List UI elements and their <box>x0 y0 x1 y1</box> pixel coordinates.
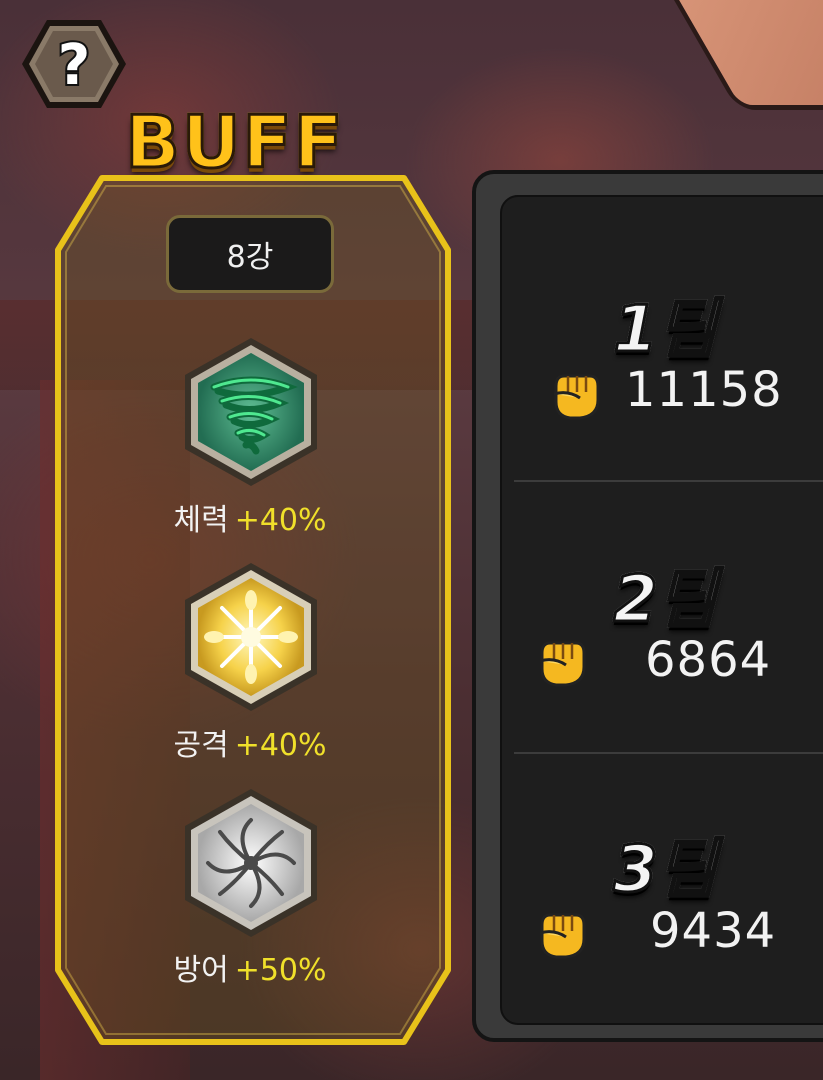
team-2-name[interactable]: 2팀 <box>565 548 765 640</box>
buff-item-health: 체력 +40% <box>100 495 400 539</box>
fist-power-icon <box>546 364 604 422</box>
fist-power-icon <box>532 631 590 689</box>
fist-power-icon <box>532 903 590 961</box>
buff-item-name: 체력 <box>173 503 229 538</box>
buff-level-badge: 8강 <box>166 215 334 293</box>
question-icon: ? <box>22 20 126 108</box>
buff-item-name: 방어 <box>173 953 229 988</box>
team-divider <box>514 752 823 754</box>
buff-item-defense: 방어 +50% <box>100 945 400 989</box>
buff-item-value: +50% <box>234 953 327 988</box>
buff-item-attack: 공격 +40% <box>100 720 400 764</box>
team-3-name[interactable]: 3팀 <box>565 818 765 910</box>
svg-text:?: ? <box>58 33 90 98</box>
buff-item-value: +40% <box>234 728 327 763</box>
help-button[interactable]: ? <box>20 16 128 112</box>
team-divider <box>514 480 823 482</box>
star-burst-icon <box>174 560 328 714</box>
tornado-icon <box>174 335 328 489</box>
buff-item-name: 공격 <box>173 728 229 763</box>
corner-panel <box>662 0 823 110</box>
team-2-power: 6864 <box>645 632 772 688</box>
team-1-power: 11158 <box>625 362 783 418</box>
team-3-power: 9434 <box>650 903 777 959</box>
buff-item-value: +40% <box>234 503 327 538</box>
team-1-name[interactable]: 1팀 <box>565 278 765 370</box>
swirl-shield-icon <box>174 786 328 940</box>
